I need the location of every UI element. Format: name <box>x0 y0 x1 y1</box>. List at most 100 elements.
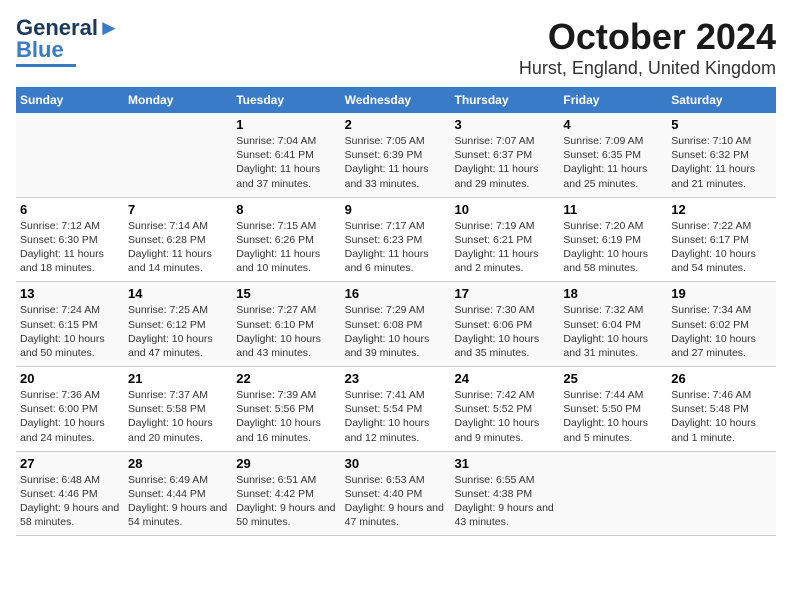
header-thursday: Thursday <box>451 87 560 113</box>
day-number: 5 <box>671 117 772 132</box>
day-info: Sunrise: 7:04 AM Sunset: 6:41 PM Dayligh… <box>236 135 320 190</box>
day-number: 12 <box>671 202 772 217</box>
day-info: Sunrise: 7:27 AM Sunset: 6:10 PM Dayligh… <box>236 304 321 359</box>
calendar-cell <box>559 451 667 536</box>
calendar-week-row: 6Sunrise: 7:12 AM Sunset: 6:30 PM Daylig… <box>16 197 776 282</box>
day-number: 18 <box>563 286 663 301</box>
day-number: 8 <box>236 202 336 217</box>
day-info: Sunrise: 7:22 AM Sunset: 6:17 PM Dayligh… <box>671 220 756 275</box>
calendar-cell <box>16 113 124 197</box>
month-year-title: October 2024 <box>519 16 776 58</box>
calendar-cell: 13 Sunrise: 7:24 AM Sunset: 6:15 PM Dayli… <box>16 282 124 367</box>
day-number: 14 <box>128 286 228 301</box>
day-info: Sunrise: 7:12 AM Sunset: 6:30 PM Dayligh… <box>20 220 104 275</box>
day-number: 25 <box>563 371 663 386</box>
day-number: 27 <box>20 456 120 471</box>
calendar-cell: 24 Sunrise: 7:42 AM Sunset: 5:52 PM Dayli… <box>451 367 560 452</box>
calendar-cell: 6Sunrise: 7:12 AM Sunset: 6:30 PM Daylig… <box>16 197 124 282</box>
calendar-cell: 4 Sunrise: 7:09 AM Sunset: 6:35 PM Daylig… <box>559 113 667 197</box>
day-info: Sunrise: 7:24 AM Sunset: 6:15 PM Dayligh… <box>20 304 105 359</box>
day-info: Sunrise: 6:55 AM Sunset: 4:38 PM Dayligh… <box>455 474 554 529</box>
calendar-week-row: 1 Sunrise: 7:04 AM Sunset: 6:41 PM Daylig… <box>16 113 776 197</box>
day-info: Sunrise: 7:39 AM Sunset: 5:56 PM Dayligh… <box>236 389 321 444</box>
location-subtitle: Hurst, England, United Kingdom <box>519 58 776 79</box>
calendar-cell: 12 Sunrise: 7:22 AM Sunset: 6:17 PM Dayli… <box>667 197 776 282</box>
calendar-cell: 31 Sunrise: 6:55 AM Sunset: 4:38 PM Dayli… <box>451 451 560 536</box>
calendar-cell: 10 Sunrise: 7:19 AM Sunset: 6:21 PM Dayli… <box>451 197 560 282</box>
calendar-cell: 18 Sunrise: 7:32 AM Sunset: 6:04 PM Dayli… <box>559 282 667 367</box>
calendar-cell: 27Sunrise: 6:48 AM Sunset: 4:46 PM Dayli… <box>16 451 124 536</box>
day-info: Sunrise: 7:42 AM Sunset: 5:52 PM Dayligh… <box>455 389 540 444</box>
calendar-cell <box>667 451 776 536</box>
day-info: Sunrise: 7:19 AM Sunset: 6:21 PM Dayligh… <box>455 220 539 275</box>
calendar-cell: 8 Sunrise: 7:15 AM Sunset: 6:26 PM Daylig… <box>232 197 340 282</box>
calendar-cell: 25 Sunrise: 7:44 AM Sunset: 5:50 PM Dayli… <box>559 367 667 452</box>
logo-blue: Blue <box>16 38 64 62</box>
calendar-cell: 7Sunrise: 7:14 AM Sunset: 6:28 PM Daylig… <box>124 197 232 282</box>
calendar-cell: 19 Sunrise: 7:34 AM Sunset: 6:02 PM Dayli… <box>667 282 776 367</box>
calendar-cell: 28Sunrise: 6:49 AM Sunset: 4:44 PM Dayli… <box>124 451 232 536</box>
day-info: Sunrise: 7:20 AM Sunset: 6:19 PM Dayligh… <box>563 220 648 275</box>
calendar-week-row: 20 Sunrise: 7:36 AM Sunset: 6:00 PM Dayli… <box>16 367 776 452</box>
calendar-cell: 29 Sunrise: 6:51 AM Sunset: 4:42 PM Dayli… <box>232 451 340 536</box>
calendar-cell: 16Sunrise: 7:29 AM Sunset: 6:08 PM Dayli… <box>341 282 451 367</box>
day-info: Sunrise: 7:44 AM Sunset: 5:50 PM Dayligh… <box>563 389 648 444</box>
day-number: 23 <box>345 371 447 386</box>
day-info: Sunrise: 7:17 AM Sunset: 6:23 PM Dayligh… <box>345 220 429 275</box>
calendar-cell: 14 Sunrise: 7:25 AM Sunset: 6:12 PM Dayli… <box>124 282 232 367</box>
day-info: Sunrise: 6:51 AM Sunset: 4:42 PM Dayligh… <box>236 474 335 529</box>
day-info: Sunrise: 7:10 AM Sunset: 6:32 PM Dayligh… <box>671 135 755 190</box>
day-number: 1 <box>236 117 336 132</box>
day-number: 31 <box>455 456 556 471</box>
day-info: Sunrise: 7:14 AM Sunset: 6:28 PM Dayligh… <box>128 220 212 275</box>
header-sunday: Sunday <box>16 87 124 113</box>
day-number: 10 <box>455 202 556 217</box>
logo-underline <box>16 64 76 67</box>
day-number: 29 <box>236 456 336 471</box>
day-number: 30 <box>345 456 447 471</box>
day-number: 3 <box>455 117 556 132</box>
header-wednesday: Wednesday <box>341 87 451 113</box>
day-number: 9 <box>345 202 447 217</box>
day-info: Sunrise: 6:53 AM Sunset: 4:40 PM Dayligh… <box>345 474 444 529</box>
day-info: Sunrise: 7:15 AM Sunset: 6:26 PM Dayligh… <box>236 220 320 275</box>
day-info: Sunrise: 7:09 AM Sunset: 6:35 PM Dayligh… <box>563 135 647 190</box>
day-number: 21 <box>128 371 228 386</box>
calendar-week-row: 27Sunrise: 6:48 AM Sunset: 4:46 PM Dayli… <box>16 451 776 536</box>
calendar-cell: 17Sunrise: 7:30 AM Sunset: 6:06 PM Dayli… <box>451 282 560 367</box>
calendar-cell: 23Sunrise: 7:41 AM Sunset: 5:54 PM Dayli… <box>341 367 451 452</box>
day-info: Sunrise: 7:30 AM Sunset: 6:06 PM Dayligh… <box>455 304 540 359</box>
day-info: Sunrise: 7:36 AM Sunset: 6:00 PM Dayligh… <box>20 389 105 444</box>
header-friday: Friday <box>559 87 667 113</box>
day-info: Sunrise: 7:46 AM Sunset: 5:48 PM Dayligh… <box>671 389 756 444</box>
day-number: 26 <box>671 371 772 386</box>
calendar-cell: 22Sunrise: 7:39 AM Sunset: 5:56 PM Dayli… <box>232 367 340 452</box>
day-info: Sunrise: 7:32 AM Sunset: 6:04 PM Dayligh… <box>563 304 648 359</box>
calendar-header-row: SundayMondayTuesdayWednesdayThursdayFrid… <box>16 87 776 113</box>
day-info: Sunrise: 7:37 AM Sunset: 5:58 PM Dayligh… <box>128 389 213 444</box>
day-info: Sunrise: 7:05 AM Sunset: 6:39 PM Dayligh… <box>345 135 429 190</box>
header-saturday: Saturday <box>667 87 776 113</box>
day-info: Sunrise: 7:34 AM Sunset: 6:02 PM Dayligh… <box>671 304 756 359</box>
day-number: 15 <box>236 286 336 301</box>
day-info: Sunrise: 7:25 AM Sunset: 6:12 PM Dayligh… <box>128 304 213 359</box>
day-number: 13 <box>20 286 120 301</box>
day-number: 28 <box>128 456 228 471</box>
day-info: Sunrise: 7:07 AM Sunset: 6:37 PM Dayligh… <box>455 135 539 190</box>
calendar-cell: 2Sunrise: 7:05 AM Sunset: 6:39 PM Daylig… <box>341 113 451 197</box>
day-number: 4 <box>563 117 663 132</box>
day-number: 16 <box>345 286 447 301</box>
calendar-cell: 20 Sunrise: 7:36 AM Sunset: 6:00 PM Dayli… <box>16 367 124 452</box>
page-header: General► Blue October 2024 Hurst, Englan… <box>16 16 776 79</box>
calendar-cell: 30 Sunrise: 6:53 AM Sunset: 4:40 PM Dayli… <box>341 451 451 536</box>
day-number: 20 <box>20 371 120 386</box>
calendar-cell <box>124 113 232 197</box>
calendar-cell: 1 Sunrise: 7:04 AM Sunset: 6:41 PM Daylig… <box>232 113 340 197</box>
calendar-table: SundayMondayTuesdayWednesdayThursdayFrid… <box>16 87 776 536</box>
header-tuesday: Tuesday <box>232 87 340 113</box>
title-block: October 2024 Hurst, England, United King… <box>519 16 776 79</box>
day-number: 24 <box>455 371 556 386</box>
calendar-cell: 9 Sunrise: 7:17 AM Sunset: 6:23 PM Daylig… <box>341 197 451 282</box>
calendar-cell: 15 Sunrise: 7:27 AM Sunset: 6:10 PM Dayli… <box>232 282 340 367</box>
day-number: 19 <box>671 286 772 301</box>
